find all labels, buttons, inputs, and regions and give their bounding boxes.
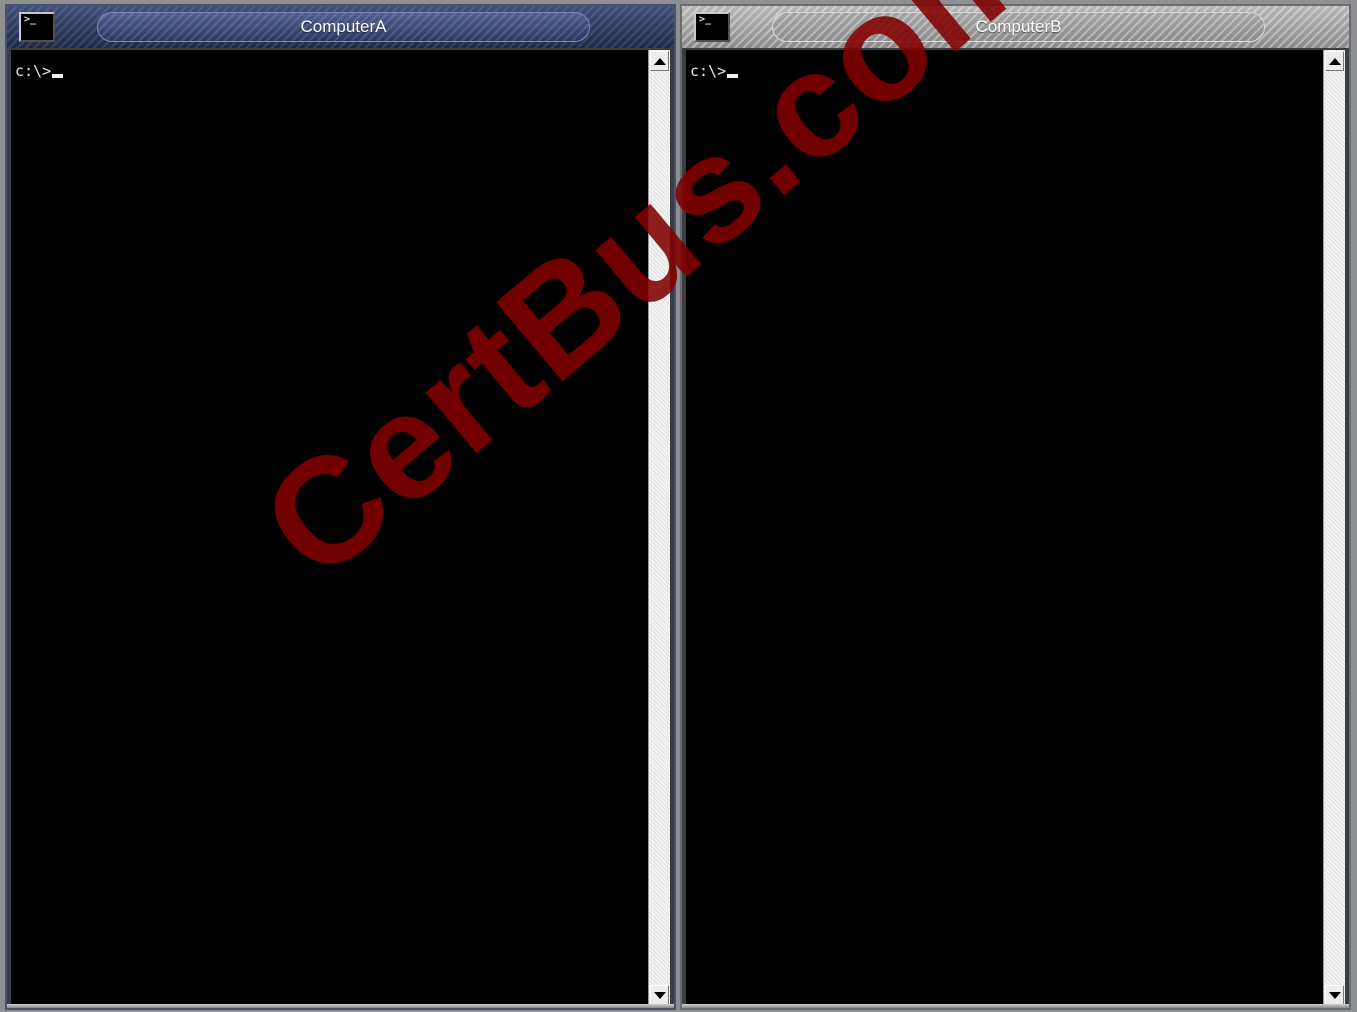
console-window-computer-a[interactable]: >_ ComputerA c:\> xyxy=(5,4,676,1010)
window-title: ComputerB xyxy=(975,17,1062,36)
arrow-down-icon xyxy=(653,991,666,999)
text-cursor xyxy=(727,74,739,78)
text-cursor xyxy=(52,74,64,78)
command-prompt-line[interactable]: c:\> xyxy=(690,62,739,80)
window-title: ComputerA xyxy=(300,17,387,36)
scroll-down-button[interactable] xyxy=(1325,985,1344,1005)
command-prompt-line[interactable]: c:\> xyxy=(15,62,64,80)
console-window-computer-b[interactable]: >_ ComputerB c:\> xyxy=(680,4,1351,1010)
desktop: >_ ComputerA c:\> >_ ComputerB c:\> Cert… xyxy=(0,0,1357,1012)
vertical-scrollbar[interactable] xyxy=(1323,50,1345,1006)
title-bar[interactable]: >_ ComputerA xyxy=(7,6,674,48)
scroll-up-button[interactable] xyxy=(1325,51,1344,71)
console-icon[interactable]: >_ xyxy=(19,12,55,42)
vertical-scrollbar[interactable] xyxy=(648,50,670,1006)
arrow-down-icon xyxy=(1328,991,1341,999)
window-title-pill: ComputerB xyxy=(772,12,1265,42)
console-icon[interactable]: >_ xyxy=(694,12,730,42)
window-bottom-border xyxy=(7,1004,674,1008)
console-output-area[interactable]: c:\> xyxy=(11,50,648,1006)
scroll-up-button[interactable] xyxy=(650,51,669,71)
window-bottom-border xyxy=(682,1004,1349,1008)
title-bar[interactable]: >_ ComputerB xyxy=(682,6,1349,48)
prompt-text: c:\> xyxy=(15,62,52,80)
scroll-down-button[interactable] xyxy=(650,985,669,1005)
arrow-up-icon xyxy=(653,57,666,65)
prompt-text: c:\> xyxy=(690,62,727,80)
window-title-pill: ComputerA xyxy=(97,12,590,42)
console-output-area[interactable]: c:\> xyxy=(686,50,1323,1006)
arrow-up-icon xyxy=(1328,57,1341,65)
